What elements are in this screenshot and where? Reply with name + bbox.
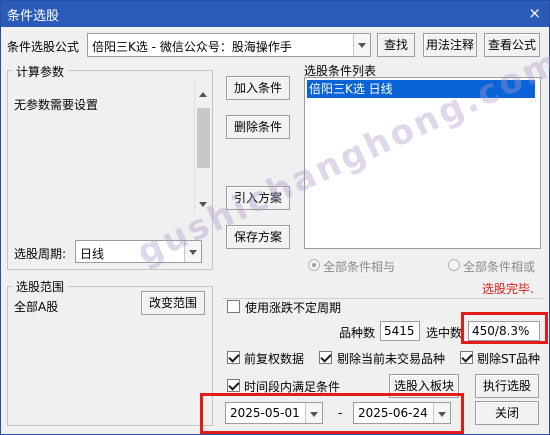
exclude-st-checkbox[interactable] [460,351,473,364]
period-select[interactable]: 日线 [75,240,202,263]
adj-checkbox[interactable] [227,351,240,364]
range-group-title: 选股范围 [13,278,68,295]
period-select-value: 日线 [80,247,105,261]
scroll-up-icon[interactable] [199,92,207,97]
params-text: 无参数需要设置 [14,98,99,112]
period-label: 选股周期: [14,247,67,261]
chevron-down-icon[interactable] [184,241,201,262]
chevron-down-icon[interactable] [353,34,370,56]
execute-button[interactable]: 执行选股 [475,374,539,398]
params-group-title: 计算参数 [13,63,68,80]
and-radio-label: 全部条件相与 [323,260,396,274]
highlight-box-dates [200,393,464,434]
view-formula-button[interactable]: 查看公式 [484,33,540,57]
and-radio[interactable] [308,259,320,271]
title-bar: 条件选股 × [1,1,549,27]
conditions-list[interactable]: 倍阳三K选 日线 [304,77,541,249]
import-scheme-button[interactable]: 引入方案 [226,186,290,210]
find-button[interactable]: 查找 [377,33,415,57]
exclude-untraded-label: 剔除当前未交易品种 [337,352,446,366]
save-scheme-button[interactable]: 保存方案 [226,225,290,249]
selected-label: 选中数 [426,326,463,340]
exclude-untraded-checkbox[interactable] [319,351,332,364]
params-scrollbar[interactable] [194,80,211,213]
status-text: 选股完毕. [482,282,534,296]
count-field: 5415 [380,321,420,341]
window-title: 条件选股 [7,9,60,24]
adj-label: 前复权数据 [244,352,305,366]
range-value: 全部A股 [14,300,59,314]
close-button[interactable]: 关闭 [475,401,539,425]
formula-label: 条件选股公式 [7,40,80,54]
change-range-button[interactable]: 改变范围 [141,291,205,315]
count-label: 品种数 [339,326,376,340]
close-window-icon[interactable]: × [528,4,541,22]
scroll-down-icon[interactable] [199,202,207,207]
variable-period-checkbox[interactable] [227,300,240,313]
formula-select[interactable]: 倍阳三K选 - 微信公众号：股海操作手 [87,33,371,57]
or-radio-label: 全部条件相或 [463,260,536,274]
usage-button[interactable]: 用法注释 [423,33,477,57]
time-range-checkbox[interactable] [227,379,240,392]
delete-condition-button[interactable]: 删除条件 [226,115,290,139]
variable-period-label: 使用涨跌不定周期 [245,301,342,315]
exclude-st-label: 剔除ST品种 [477,352,540,366]
stock-screener-window: 条件选股 × 条件选股公式 倍阳三K选 - 微信公众号：股海操作手 查找 用法注… [0,0,550,435]
formula-select-value: 倍阳三K选 - 微信公众号：股海操作手 [92,40,292,54]
scroll-thumb[interactable] [197,108,210,168]
add-condition-button[interactable]: 加入条件 [226,76,290,100]
or-radio[interactable] [448,259,460,271]
list-item[interactable]: 倍阳三K选 日线 [307,80,535,98]
highlight-box-selected [461,312,548,344]
